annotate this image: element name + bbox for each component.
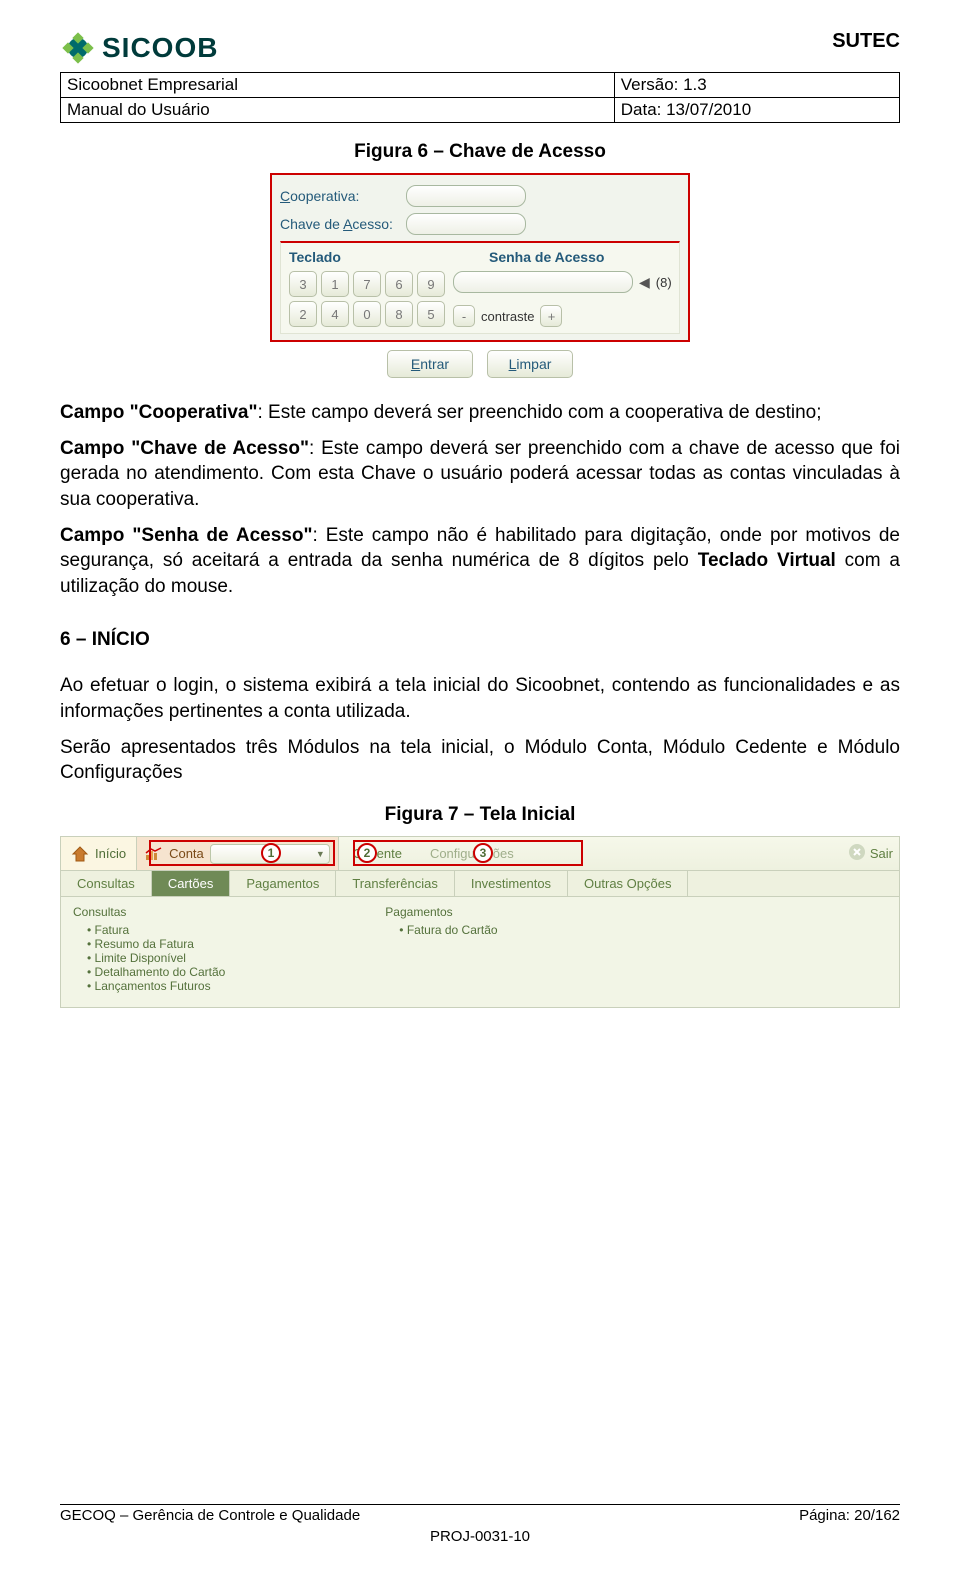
close-icon: [848, 843, 866, 864]
key-8[interactable]: 8: [385, 301, 413, 327]
key-9[interactable]: 9: [417, 271, 445, 297]
home-icon: [71, 845, 89, 863]
meta-manual: Manual do Usuário: [61, 98, 615, 123]
subnav-pagamentos[interactable]: Pagamentos: [230, 871, 336, 896]
annotation-outline-1: [149, 840, 335, 866]
list-item[interactable]: Fatura: [87, 923, 225, 937]
key-5[interactable]: 5: [417, 301, 445, 327]
section-6-heading: 6 – INÍCIO: [60, 629, 900, 651]
virtual-keypad: 3 1 7 6 9 2 4 0 8 5: [289, 271, 445, 327]
key-4[interactable]: 4: [321, 301, 349, 327]
limpar-button[interactable]: Limpar: [487, 350, 573, 378]
contrast-label: contraste: [481, 309, 534, 324]
senha-input[interactable]: [453, 271, 633, 293]
submenu-consultas-heading: Consultas: [73, 905, 225, 919]
para-inicio-1: Ao efetuar o login, o sistema exibirá a …: [60, 673, 900, 724]
para-chave: Campo "Chave de Acesso": Este campo deve…: [60, 436, 900, 513]
meta-table: Sicoobnet Empresarial Versão: 1.3 Manual…: [60, 72, 900, 123]
submenu-pagamentos-heading: Pagamentos: [385, 905, 497, 919]
footer-right: Página: 20/162: [799, 1507, 900, 1524]
figure7-screenshot: Início Conta ▼ Cedente Configurações 1 2…: [60, 836, 900, 1008]
key-7[interactable]: 7: [353, 271, 381, 297]
footer-proj: PROJ-0031-10: [60, 1528, 900, 1545]
annotation-circle-3: 3: [473, 843, 493, 863]
subnav: Consultas Cartões Pagamentos Transferênc…: [61, 871, 899, 897]
list-item[interactable]: Fatura do Cartão: [399, 923, 497, 937]
subnav-transferencias[interactable]: Transferências: [336, 871, 455, 896]
logo-mark-icon: [60, 30, 96, 66]
cooperativa-input[interactable]: [406, 185, 526, 207]
key-6[interactable]: 6: [385, 271, 413, 297]
annotation-outline-2: [353, 840, 583, 866]
key-1[interactable]: 1: [321, 271, 349, 297]
para-inicio-2: Serão apresentados três Módulos na tela …: [60, 735, 900, 786]
meta-version: Versão: 1.3: [614, 73, 899, 98]
para-cooperativa: Campo "Cooperativa": Este campo deverá s…: [60, 400, 900, 426]
teclado-title: Teclado: [289, 249, 489, 265]
meta-title: Sicoobnet Empresarial: [61, 73, 615, 98]
list-item[interactable]: Limite Disponível: [87, 951, 225, 965]
key-2[interactable]: 2: [289, 301, 317, 327]
para-senha: Campo "Senha de Acesso": Este campo não …: [60, 523, 900, 600]
list-item[interactable]: Resumo da Fatura: [87, 937, 225, 951]
key-0[interactable]: 0: [353, 301, 381, 327]
figure7-title: Figura 7 – Tela Inicial: [60, 804, 900, 826]
subnav-cartoes[interactable]: Cartões: [152, 871, 231, 896]
logo-text: SICOOB: [102, 32, 218, 64]
sutec-label: SUTEC: [832, 30, 900, 53]
chave-input[interactable]: [406, 213, 526, 235]
contrast-plus-button[interactable]: +: [540, 305, 562, 327]
annotation-circle-1: 1: [261, 843, 281, 863]
backspace-icon[interactable]: ◀: [639, 274, 650, 291]
subnav-investimentos[interactable]: Investimentos: [455, 871, 568, 896]
list-item[interactable]: Lançamentos Futuros: [87, 979, 225, 993]
cooperativa-label: Cooperativa:: [280, 188, 400, 204]
contrast-minus-button[interactable]: -: [453, 305, 475, 327]
logo: SICOOB: [60, 30, 218, 66]
sair-button[interactable]: Sair: [848, 837, 893, 870]
chave-label: Chave de Acesso:: [280, 216, 400, 232]
list-item[interactable]: Detalhamento do Cartão: [87, 965, 225, 979]
subnav-outras[interactable]: Outras Opções: [568, 871, 688, 896]
footer-left: GECOQ – Gerência de Controle e Qualidade: [60, 1507, 360, 1524]
submenu-consultas: Consultas Fatura Resumo da Fatura Limite…: [73, 905, 225, 993]
annotation-circle-2: 2: [357, 843, 377, 863]
subnav-consultas[interactable]: Consultas: [61, 871, 152, 896]
submenu-pagamentos: Pagamentos Fatura do Cartão: [385, 905, 497, 993]
meta-date: Data: 13/07/2010: [614, 98, 899, 123]
senha-count: (8): [656, 275, 672, 290]
entrar-button[interactable]: Entrar: [387, 350, 473, 378]
key-3[interactable]: 3: [289, 271, 317, 297]
figure6-title: Figura 6 – Chave de Acesso: [60, 141, 900, 163]
senha-title: Senha de Acesso: [489, 249, 604, 265]
login-panel: Cooperativa: Chave de Acesso: Teclado Se…: [270, 173, 690, 378]
tab-inicio[interactable]: Início: [61, 837, 137, 870]
